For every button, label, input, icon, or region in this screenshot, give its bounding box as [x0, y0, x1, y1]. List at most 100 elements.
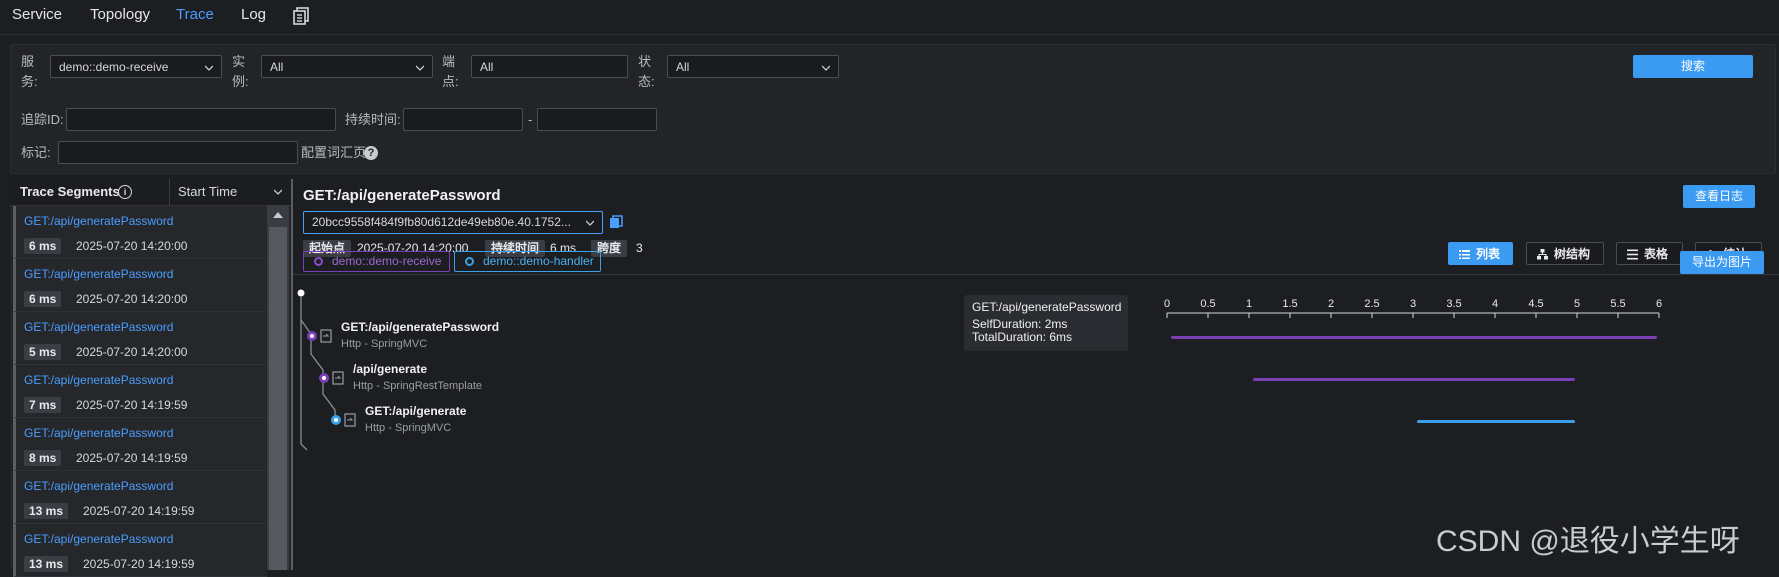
table-icon [1627, 249, 1638, 260]
segment-item[interactable]: GET:/api/generatePassword 8 ms 2025-07-2… [13, 418, 267, 471]
sort-select[interactable]: Start Time [169, 179, 292, 205]
view-list-label: 列表 [1476, 247, 1501, 261]
timeline-tick-label: 5 [1574, 298, 1580, 310]
scroll-up-icon[interactable] [273, 212, 283, 218]
info-icon[interactable]: i [118, 185, 132, 199]
segments-header: Trace Segments i Start Time [10, 179, 291, 206]
service-legend-handler[interactable]: demo::demo-handler [454, 251, 601, 272]
instance-select[interactable]: All [261, 55, 433, 78]
segment-time: 2025-07-20 14:20:00 [76, 239, 188, 253]
span-endpoint[interactable]: /api/generate [353, 362, 427, 376]
span-component: Http - SpringMVC [341, 338, 428, 350]
segment-item[interactable]: GET:/api/generatePassword 5 ms 2025-07-2… [13, 312, 267, 365]
circle-icon [314, 257, 323, 266]
segment-endpoint: GET:/api/generatePassword [24, 373, 174, 387]
search-button[interactable]: 搜索 [1633, 55, 1753, 78]
trace-detail-panel: GET:/api/generatePassword 查看日志 20bcc9558… [293, 179, 1779, 570]
copy-icon[interactable] [609, 215, 623, 229]
duration-max-input[interactable] [537, 108, 657, 131]
trace-id-input[interactable] [66, 108, 336, 131]
segment-time: 2025-07-20 14:19:59 [76, 451, 188, 465]
duration-label: 持续时间: [345, 112, 401, 127]
service-legend-receive[interactable]: demo::demo-receive [303, 251, 450, 272]
segment-duration: 5 ms [24, 344, 62, 360]
view-table-button[interactable]: 表格 [1616, 242, 1683, 265]
timeline-tick-label: 2.5 [1364, 298, 1379, 310]
segment-time: 2025-07-20 14:20:00 [76, 292, 188, 306]
service-select[interactable]: demo::demo-receive [50, 55, 222, 78]
document-copy-icon[interactable] [292, 7, 310, 25]
segment-duration: 13 ms [24, 503, 69, 519]
timeline-tick-label: 0 [1164, 298, 1170, 310]
segment-time: 2025-07-20 14:20:00 [76, 345, 188, 359]
status-select[interactable]: All [667, 55, 839, 78]
duration-min-input[interactable] [403, 108, 523, 131]
trace-title: GET:/api/generatePassword [303, 187, 501, 204]
timeline-tick-label: 4 [1492, 298, 1498, 310]
endpoint-label-2: 点: [442, 74, 459, 89]
duration-separator: - [528, 112, 533, 127]
service-legend-label: demo::demo-handler [483, 254, 594, 268]
service-label-2: 务: [21, 74, 38, 89]
instance-select-value: All [270, 60, 284, 74]
segment-duration: 7 ms [24, 397, 62, 413]
nav-trace[interactable]: Trace [176, 6, 214, 23]
view-list-button[interactable]: 列表 [1448, 242, 1513, 265]
nav-service[interactable]: Service [12, 6, 62, 23]
tags-label: 标记: [21, 145, 51, 160]
chevron-down-icon [205, 65, 213, 71]
endpoint-input[interactable]: All [471, 55, 628, 78]
timeline-tick-label: 6 [1656, 298, 1662, 310]
trace-id-select[interactable]: 20bcc9558f484f9fb80d612de49eb80e.40.1752… [303, 211, 603, 234]
nav-topology[interactable]: Topology [90, 6, 150, 23]
nav-log[interactable]: Log [241, 6, 266, 23]
trace-id-value: 20bcc9558f484f9fb80d612de49eb80e.40.1752… [312, 215, 571, 229]
segment-item[interactable]: GET:/api/generatePassword 6 ms 2025-07-2… [13, 206, 267, 259]
segment-endpoint: GET:/api/generatePassword [24, 532, 174, 546]
service-select-value: demo::demo-receive [59, 60, 169, 74]
segment-time: 2025-07-20 14:19:59 [76, 398, 188, 412]
timeline-tick-label: 4.5 [1528, 298, 1543, 310]
timeline-tick-label: 2 [1328, 298, 1334, 310]
timeline-tick-label: 1 [1246, 298, 1252, 310]
scrollbar-thumb[interactable] [269, 227, 287, 570]
view-tree-label: 树结构 [1554, 247, 1591, 261]
span-component: Http - SpringRestTemplate [353, 380, 482, 392]
span-endpoint[interactable]: GET:/api/generatePassword [341, 320, 499, 334]
view-tree-button[interactable]: 树结构 [1526, 242, 1604, 265]
view-logs-button[interactable]: 查看日志 [1683, 185, 1755, 208]
segment-duration: 8 ms [24, 450, 62, 466]
span-value: 3 [636, 241, 643, 255]
segment-endpoint: GET:/api/generatePassword [24, 479, 174, 493]
span-tooltip: GET:/api/generatePassword SelfDuration: … [964, 295, 1128, 351]
export-image-button[interactable]: 导出为图片 [1680, 251, 1764, 274]
top-navigation: Service Topology Trace Log [0, 0, 1779, 35]
tree-structure-icon [1537, 249, 1548, 260]
segment-item[interactable]: GET:/api/generatePassword 13 ms 2025-07-… [13, 524, 267, 577]
segments-scrollbar[interactable] [267, 205, 289, 570]
timeline-tick-label: 1.5 [1282, 298, 1297, 310]
segment-item[interactable]: GET:/api/generatePassword 13 ms 2025-07-… [13, 471, 267, 524]
span-duration-bar[interactable] [1417, 420, 1575, 423]
timeline-tick-label: 0.5 [1200, 298, 1215, 310]
view-table-label: 表格 [1644, 247, 1669, 261]
span-component: Http - SpringMVC [365, 422, 452, 434]
span-endpoint[interactable]: GET:/api/generate [365, 404, 466, 418]
trace-segments-panel: Trace Segments i Start Time GET:/api/gen… [10, 179, 291, 577]
config-vocabulary-link[interactable]: 配置词汇页 [301, 140, 366, 165]
span-duration-bar[interactable] [1253, 378, 1575, 381]
timeline-tick-label: 3.5 [1446, 298, 1461, 310]
span-duration-bar[interactable] [1171, 336, 1657, 339]
help-icon[interactable]: ? [364, 146, 378, 160]
segment-item[interactable]: GET:/api/generatePassword 6 ms 2025-07-2… [13, 259, 267, 312]
filter-panel: 服 务: demo::demo-receive 实 例: All 端 点: Al… [10, 44, 1776, 174]
list-icon [1459, 250, 1470, 259]
tags-input[interactable] [58, 141, 298, 164]
segments-title: Trace Segments [20, 184, 120, 199]
segment-item[interactable]: GET:/api/generatePassword 7 ms 2025-07-2… [13, 365, 267, 418]
tooltip-endpoint: GET:/api/generatePassword [972, 300, 1122, 314]
span-node-icon [307, 329, 332, 343]
span-timeline: 0 0.5 1 1.5 2 2.5 3 3.5 4 4.5 5 5.5 6 [1164, 298, 1662, 423]
chevron-down-icon [416, 65, 424, 71]
segment-endpoint: GET:/api/generatePassword [24, 320, 174, 334]
